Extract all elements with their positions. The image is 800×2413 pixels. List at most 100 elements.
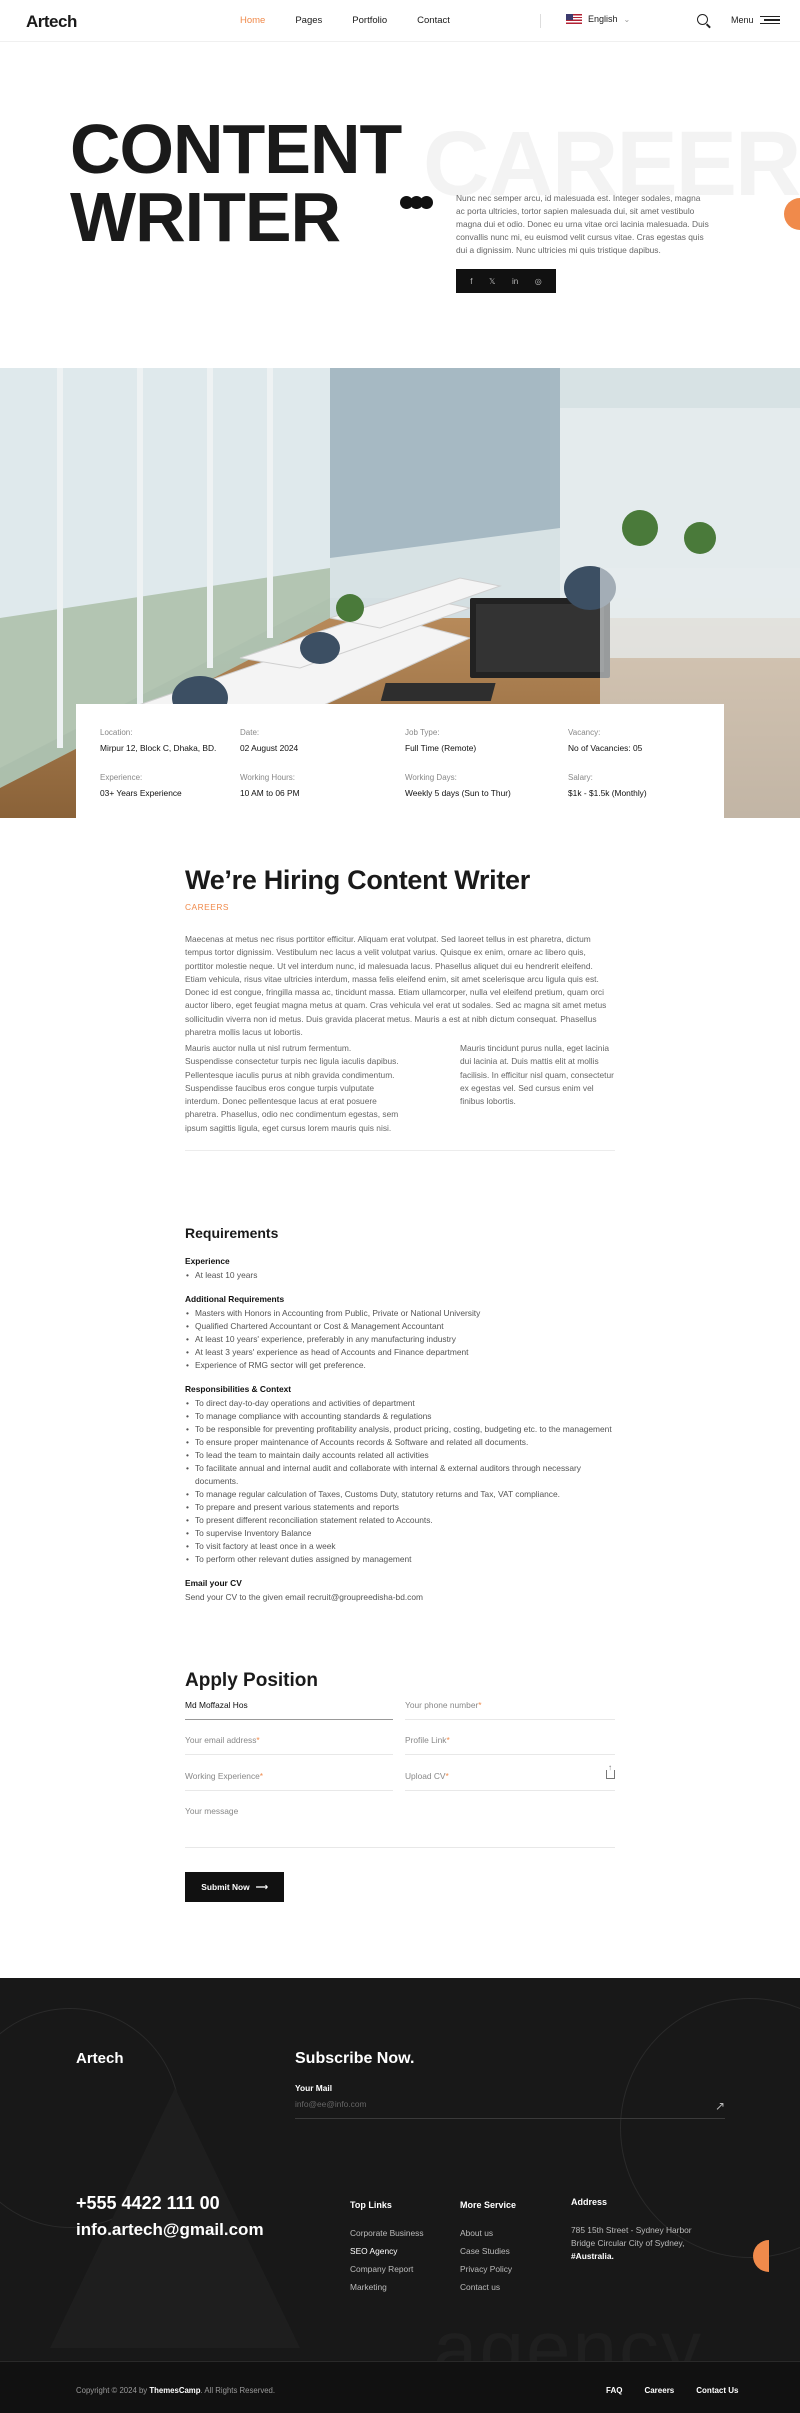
list-item: To perform other relevant duties assigne… bbox=[185, 1553, 625, 1566]
article-intro: Maecenas at metus nec risus porttitor ef… bbox=[185, 934, 607, 1038]
footer-link[interactable]: SEO Agency bbox=[350, 2242, 424, 2260]
address-column: Address 785 15th Street - Sydney Harbor … bbox=[571, 2197, 692, 2261]
language-selector[interactable]: English ⌄ bbox=[566, 14, 630, 24]
job-info-card: Location: Mirpur 12, Block C, Dhaka, BD. … bbox=[76, 704, 724, 818]
list-item: To prepare and present various statement… bbox=[185, 1501, 625, 1514]
list-item: To present different reconciliation stat… bbox=[185, 1514, 625, 1527]
search-icon[interactable] bbox=[697, 14, 708, 25]
list-item: To supervise Inventory Balance bbox=[185, 1527, 625, 1540]
list-item: To manage regular calculation of Taxes, … bbox=[185, 1488, 625, 1501]
top-links-column: Top Links Corporate Business SEO Agency … bbox=[350, 2196, 424, 2296]
newsletter-email-input[interactable]: info@ee@info.com ↗ bbox=[295, 2099, 725, 2119]
divider bbox=[185, 1150, 615, 1151]
subscribe-title: Subscribe Now. bbox=[295, 2050, 415, 2067]
header-divider bbox=[540, 14, 541, 28]
bottom-links: FAQ Careers Contact Us bbox=[606, 2386, 739, 2395]
nav-contact[interactable]: Contact bbox=[417, 15, 450, 26]
requirements-title: Requirements bbox=[185, 1225, 279, 1241]
footer-link[interactable]: Privacy Policy bbox=[460, 2260, 516, 2278]
social-links: f 𝕏 in ◎ bbox=[456, 269, 556, 293]
site-header: Artech Home Pages Portfolio Contact Engl… bbox=[0, 0, 800, 42]
footer-bottom-bar: Copyright © 2024 by ThemesCamp. All Righ… bbox=[0, 2361, 800, 2413]
menu-label: Menu bbox=[731, 15, 754, 25]
us-flag-icon bbox=[566, 14, 582, 24]
list-item: To facilitate annual and internal audit … bbox=[185, 1462, 625, 1488]
footer-logo[interactable]: Artech bbox=[76, 2050, 124, 2067]
site-logo[interactable]: Artech bbox=[26, 12, 77, 32]
list-item: To be responsible for preventing profita… bbox=[185, 1423, 625, 1436]
mail-label: Your Mail bbox=[295, 2083, 333, 2093]
experience-field[interactable]: Working Experience* bbox=[185, 1771, 393, 1791]
menu-button[interactable]: Menu bbox=[731, 15, 780, 25]
req-heading: Responsibilities & Context bbox=[185, 1384, 292, 1394]
info-working-hours: Working Hours: 10 AM to 06 PM bbox=[240, 773, 300, 798]
article-category[interactable]: CAREERS bbox=[185, 902, 229, 912]
cv-upload-field[interactable]: Upload CV* bbox=[405, 1763, 615, 1791]
page-title: CONTENT WRITER bbox=[70, 114, 402, 252]
article-column-right: Mauris tincidunt purus nulla, eget lacin… bbox=[460, 1043, 614, 1107]
req-heading: Additional Requirements bbox=[185, 1294, 285, 1304]
article-title: We’re Hiring Content Writer bbox=[185, 865, 530, 895]
profile-link-field[interactable]: Profile Link* bbox=[405, 1735, 615, 1755]
footer-link[interactable]: Case Studies bbox=[460, 2242, 516, 2260]
list-item: To visit factory at least once in a week bbox=[185, 1540, 625, 1553]
submit-button[interactable]: Submit Now ⟶ bbox=[185, 1872, 284, 1902]
copyright: Copyright © 2024 by ThemesCamp. All Righ… bbox=[76, 2386, 276, 2395]
hero-description: Nunc nec semper arcu, id malesuada est. … bbox=[456, 193, 709, 255]
req-heading: Experience bbox=[185, 1256, 230, 1266]
linkedin-icon[interactable]: in bbox=[512, 277, 518, 286]
address-country: #Australia. bbox=[571, 2251, 614, 2261]
requirements-list: Experience At least 10 years Additional … bbox=[185, 1255, 625, 1604]
info-date: Date: 02 August 2024 bbox=[240, 728, 299, 753]
list-item: At least 10 years' experience, preferabl… bbox=[185, 1333, 625, 1346]
email-cv-heading: Email your CV bbox=[185, 1578, 242, 1588]
footer-phone[interactable]: +555 4422 111 00 bbox=[76, 2193, 220, 2214]
footer-email[interactable]: info.artech@gmail.com bbox=[76, 2220, 264, 2240]
main-nav: Home Pages Portfolio Contact bbox=[240, 15, 450, 26]
list-item: To direct day-to-day operations and acti… bbox=[185, 1397, 625, 1410]
list-item: To lead the team to maintain daily accou… bbox=[185, 1449, 625, 1462]
email-field[interactable]: Your email address* bbox=[185, 1735, 393, 1755]
footer-link[interactable]: Company Report bbox=[350, 2260, 424, 2278]
address-line: 785 15th Street - Sydney Harbor bbox=[571, 2225, 692, 2235]
footer-link[interactable]: About us bbox=[460, 2224, 516, 2242]
phone-field[interactable]: Your phone number* bbox=[405, 1700, 615, 1720]
info-working-days: Working Days: Weekly 5 days (Sun to Thur) bbox=[405, 773, 511, 798]
footer-link[interactable]: Contact us bbox=[460, 2278, 516, 2296]
page-title-line2: WRITER bbox=[70, 178, 341, 256]
name-field[interactable]: Md Moffazal Hos bbox=[185, 1700, 393, 1720]
footer-link[interactable]: Corporate Business bbox=[350, 2224, 424, 2242]
list-item: At least 3 years' experience as head of … bbox=[185, 1346, 625, 1359]
decorative-dots bbox=[400, 196, 433, 209]
info-job-type: Job Type: Full Time (Remote) bbox=[405, 728, 477, 753]
facebook-icon[interactable]: f bbox=[470, 277, 472, 286]
nav-portfolio[interactable]: Portfolio bbox=[352, 15, 387, 26]
message-field[interactable]: Your message bbox=[185, 1806, 615, 1848]
info-salary: Salary: $1k - $1.5k (Monthly) bbox=[568, 773, 647, 798]
contact-us-link[interactable]: Contact Us bbox=[696, 2386, 738, 2395]
language-label: English bbox=[588, 14, 618, 24]
arrow-right-icon: ⟶ bbox=[255, 1882, 268, 1892]
email-cv-text: Send your CV to the given email recruit@… bbox=[185, 1592, 424, 1602]
instagram-icon[interactable]: ◎ bbox=[535, 277, 542, 286]
info-experience: Experience: 03+ Years Experience bbox=[100, 773, 182, 798]
nav-home[interactable]: Home bbox=[240, 15, 265, 26]
chevron-down-icon: ⌄ bbox=[623, 14, 631, 24]
more-service-column: More Service About us Case Studies Priva… bbox=[460, 2196, 516, 2296]
list-item: Experience of RMG sector will get prefer… bbox=[185, 1359, 625, 1372]
info-vacancy: Vacancy: No of Vacancies: 05 bbox=[568, 728, 643, 753]
list-item: To ensure proper maintenance of Accounts… bbox=[185, 1436, 625, 1449]
list-item: At least 10 years bbox=[185, 1269, 625, 1282]
x-icon[interactable]: 𝕏 bbox=[489, 277, 495, 286]
nav-pages[interactable]: Pages bbox=[295, 15, 322, 26]
hamburger-icon bbox=[759, 16, 780, 24]
upload-icon[interactable] bbox=[606, 1763, 615, 1779]
decorative-a-shape bbox=[50, 2088, 300, 2348]
send-arrow-icon[interactable]: ↗ bbox=[715, 2099, 725, 2113]
careers-link[interactable]: Careers bbox=[644, 2386, 674, 2395]
address-line: Bridge Circular City of Sydney, bbox=[571, 2238, 685, 2248]
footer-link[interactable]: Marketing bbox=[350, 2278, 424, 2296]
article-column-left: Mauris auctor nulla ut nisl rutrum ferme… bbox=[185, 1043, 399, 1133]
faq-link[interactable]: FAQ bbox=[606, 2386, 622, 2395]
page-title-line1: CONTENT bbox=[70, 110, 402, 188]
